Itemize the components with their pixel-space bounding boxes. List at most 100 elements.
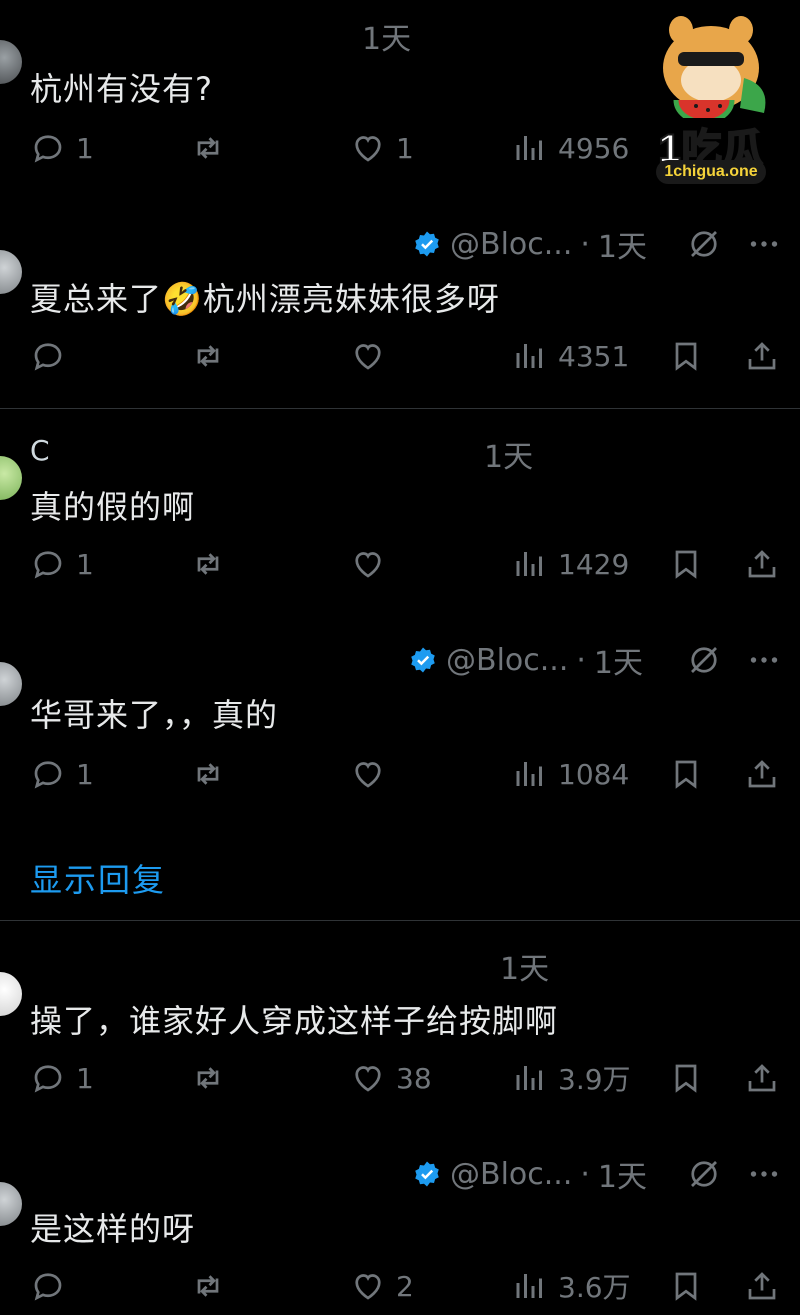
views-icon <box>516 552 542 576</box>
views-button[interactable]: 3.6万 <box>512 1266 631 1306</box>
retweet-button[interactable] <box>190 1058 226 1098</box>
action-bar: 1 1429 <box>0 544 800 584</box>
share-button[interactable] <box>744 336 780 376</box>
reply-icon <box>34 343 62 371</box>
tweet-meta: 1天 <box>484 436 533 475</box>
bookmark-button[interactable] <box>668 1266 704 1306</box>
views-button[interactable]: 1084 <box>512 754 629 794</box>
like-count: 2 <box>396 1269 414 1303</box>
show-replies-link[interactable]: 显示回复 <box>30 855 166 901</box>
reply-tweet[interactable]: @Bloc... · 1天 华哥来了，，真的 1 1084 <box>0 642 800 832</box>
reply-count: 1 <box>76 1061 94 1095</box>
reply-icon <box>34 1065 62 1093</box>
tweet-text: 真的假的啊 <box>30 488 196 526</box>
heart-icon <box>355 136 381 162</box>
retweet-button[interactable] <box>190 336 226 376</box>
views-icon <box>516 762 542 786</box>
reply-tweet[interactable]: 1天 操了，谁家好人穿成这样子给按脚啊 1 38 3.9万 <box>0 946 800 1126</box>
grok-icon[interactable] <box>686 642 722 678</box>
grok-icon[interactable] <box>686 226 722 262</box>
share-icon <box>748 342 776 370</box>
like-button[interactable]: 2 <box>350 1266 414 1306</box>
tweet-meta: 1天 <box>362 18 411 57</box>
tweet-text: 操了，谁家好人穿成这样子给按脚啊 <box>30 1002 559 1040</box>
view-count: 3.9万 <box>558 1063 631 1096</box>
action-bar: 1 38 3.9万 <box>0 1058 800 1098</box>
like-count: 1 <box>396 131 414 165</box>
tweet-meta: @Bloc... · 1天 <box>408 642 643 681</box>
avatar[interactable] <box>0 662 22 706</box>
retweet-button[interactable] <box>190 754 226 794</box>
share-button[interactable] <box>744 544 780 584</box>
views-button[interactable]: 1429 <box>512 544 629 584</box>
tweet-text: 杭州有没有? <box>30 70 213 108</box>
like-button[interactable]: 38 <box>350 1058 432 1098</box>
reply-button[interactable]: 1 <box>30 754 94 794</box>
reply-button[interactable] <box>30 336 76 376</box>
timestamp[interactable]: 1天 <box>484 432 533 476</box>
action-bar: 4351 <box>0 336 800 376</box>
views-icon <box>516 1274 542 1298</box>
timestamp[interactable]: 1天 <box>598 222 647 266</box>
views-icon <box>516 136 542 160</box>
tweet-text: 是这样的呀 <box>30 1210 196 1248</box>
separator-dot: · <box>580 226 590 262</box>
share-button[interactable] <box>744 1058 780 1098</box>
reply-button[interactable]: 1 <box>30 128 94 168</box>
share-icon <box>748 1272 776 1300</box>
reply-tweet[interactable]: C 1天 真的假的啊 1 1429 <box>0 432 800 612</box>
separator-dot: · <box>580 1156 590 1192</box>
bookmark-button[interactable] <box>668 754 704 794</box>
like-button[interactable] <box>350 544 396 584</box>
more-icon[interactable] <box>744 226 784 262</box>
reply-tweet[interactable]: @Bloc... · 1天 夏总来了🤣杭州漂亮妹妹很多呀 4351 <box>0 222 800 408</box>
display-name[interactable]: C <box>30 432 50 468</box>
avatar[interactable] <box>0 456 22 500</box>
user-handle[interactable]: @Bloc... <box>446 643 568 678</box>
timestamp[interactable]: 1天 <box>598 1152 647 1196</box>
share-button[interactable] <box>744 1266 780 1306</box>
bookmark-button[interactable] <box>668 544 704 584</box>
timestamp[interactable]: 1天 <box>594 638 643 682</box>
retweet-icon <box>197 553 219 575</box>
reply-button[interactable]: 1 <box>30 544 94 584</box>
reply-button[interactable]: 1 <box>30 1058 94 1098</box>
share-button[interactable] <box>744 754 780 794</box>
like-button[interactable] <box>350 754 396 794</box>
retweet-icon <box>197 345 219 367</box>
more-icon[interactable] <box>744 1156 784 1192</box>
share-icon <box>748 550 776 578</box>
views-button[interactable]: 4956 <box>512 128 629 168</box>
views-button[interactable]: 4351 <box>512 336 629 376</box>
bookmark-button[interactable] <box>668 336 704 376</box>
like-button[interactable]: 1 <box>350 128 414 168</box>
avatar[interactable] <box>0 40 22 84</box>
avatar[interactable] <box>0 250 22 294</box>
avatar[interactable] <box>0 972 22 1016</box>
share-icon <box>748 1064 776 1092</box>
avatar[interactable] <box>0 1182 22 1226</box>
retweet-button[interactable] <box>190 1266 226 1306</box>
retweet-button[interactable] <box>190 544 226 584</box>
reply-count: 1 <box>76 547 94 581</box>
bookmark-button[interactable] <box>668 1058 704 1098</box>
grok-icon[interactable] <box>686 1156 722 1192</box>
user-handle[interactable]: @Bloc... <box>450 1157 572 1192</box>
retweet-icon <box>197 1275 219 1297</box>
reply-button[interactable] <box>30 1266 76 1306</box>
timestamp[interactable]: 1天 <box>362 14 411 58</box>
bookmark-icon <box>675 1064 697 1093</box>
like-button[interactable] <box>350 336 396 376</box>
share-icon <box>748 760 776 788</box>
reply-tweet[interactable]: 1天 杭州有没有? 1 1 4956 <box>0 0 800 200</box>
reply-icon <box>34 551 62 579</box>
view-count: 3.6万 <box>558 1271 631 1304</box>
reply-tweet[interactable]: @Bloc... · 1天 是这样的呀 2 3.6万 <box>0 1156 800 1315</box>
user-handle[interactable]: @Bloc... <box>450 227 572 262</box>
view-count: 4351 <box>558 339 630 373</box>
timestamp[interactable]: 1天 <box>500 944 549 988</box>
retweet-button[interactable] <box>190 128 226 168</box>
more-icon[interactable] <box>744 642 784 678</box>
views-button[interactable]: 3.9万 <box>512 1058 631 1098</box>
view-count: 4956 <box>558 131 630 165</box>
